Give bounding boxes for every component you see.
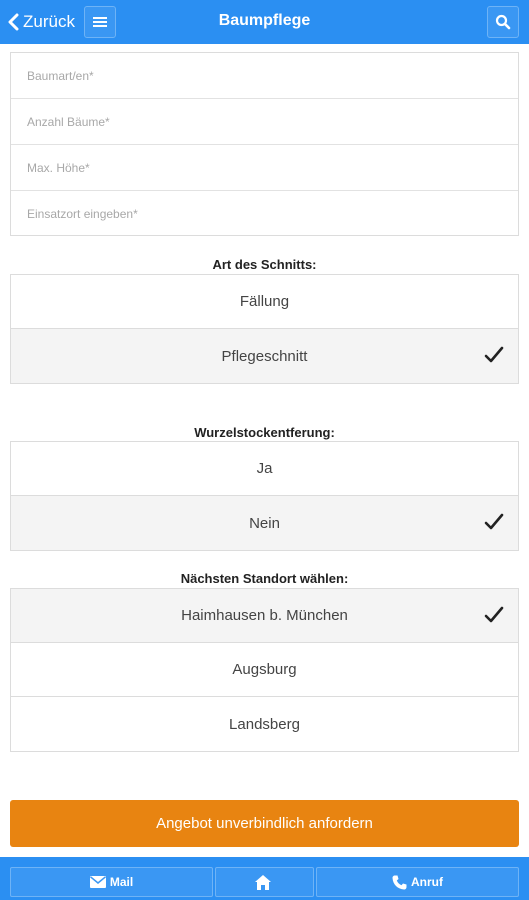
phone-icon [392, 875, 407, 889]
option-pflegeschnitt[interactable]: Pflegeschnitt [11, 329, 518, 383]
call-label: Anruf [411, 875, 443, 889]
back-label: Zurück [23, 12, 75, 31]
bottom-bar: Mail Anruf [0, 857, 529, 900]
option-ja[interactable]: Ja [11, 442, 518, 496]
option-label: Nein [249, 514, 280, 532]
option-faellung[interactable]: Fällung [11, 275, 518, 329]
option-label: Pflegeschnitt [221, 347, 308, 365]
tree-count-row [11, 99, 518, 145]
request-form [10, 52, 519, 237]
location-select-label: Nächsten Standort wählen: [180, 571, 349, 586]
hamburger-icon [93, 17, 107, 27]
option-label: Haimhausen b. München [181, 607, 348, 624]
page-title: Baumpflege [218, 12, 311, 29]
mail-icon [89, 876, 106, 888]
mail-button[interactable]: Mail [10, 867, 213, 897]
tree-count-input[interactable] [11, 99, 518, 144]
checkmark-icon [484, 346, 504, 363]
location-input[interactable] [11, 191, 518, 237]
option-augsburg[interactable]: Augsburg [11, 643, 518, 697]
location-row [11, 191, 518, 237]
back-button[interactable]: Zurück [6, 8, 75, 36]
option-label: Landsberg [229, 715, 300, 733]
top-bar: Zurück Baumpflege [0, 0, 529, 44]
cut-type-options: Fällung Pflegeschnitt [10, 274, 519, 384]
location-options: Haimhausen b. München Augsburg Landsberg [10, 588, 519, 752]
request-quote-label: Angebot unverbindlich anfordern [156, 815, 373, 832]
max-height-input[interactable] [11, 145, 518, 190]
option-label: Ja [256, 460, 273, 477]
tree-species-row [11, 53, 518, 99]
option-haimhausen[interactable]: Haimhausen b. München [11, 589, 518, 643]
chevron-left-icon [8, 13, 19, 31]
root-removal-options: Ja Nein [10, 441, 519, 551]
checkmark-icon [484, 513, 504, 530]
checkmark-icon [484, 606, 504, 623]
menu-button[interactable] [84, 6, 116, 38]
home-button[interactable] [215, 867, 314, 897]
request-quote-button[interactable]: Angebot unverbindlich anfordern [10, 800, 519, 847]
call-button[interactable]: Anruf [316, 867, 519, 897]
search-button[interactable] [487, 6, 519, 38]
root-removal-label: Wurzelstockentferung: [194, 425, 335, 440]
option-label: Augsburg [232, 661, 297, 678]
home-icon [254, 874, 271, 890]
mail-label: Mail [109, 875, 134, 889]
option-nein[interactable]: Nein [11, 496, 518, 550]
search-icon [495, 14, 511, 30]
cut-type-label: Art des Schnitts: [212, 257, 317, 272]
option-label: Fällung [239, 293, 290, 310]
tree-species-input[interactable] [11, 53, 518, 98]
max-height-row [11, 145, 518, 191]
option-landsberg[interactable]: Landsberg [11, 697, 518, 751]
